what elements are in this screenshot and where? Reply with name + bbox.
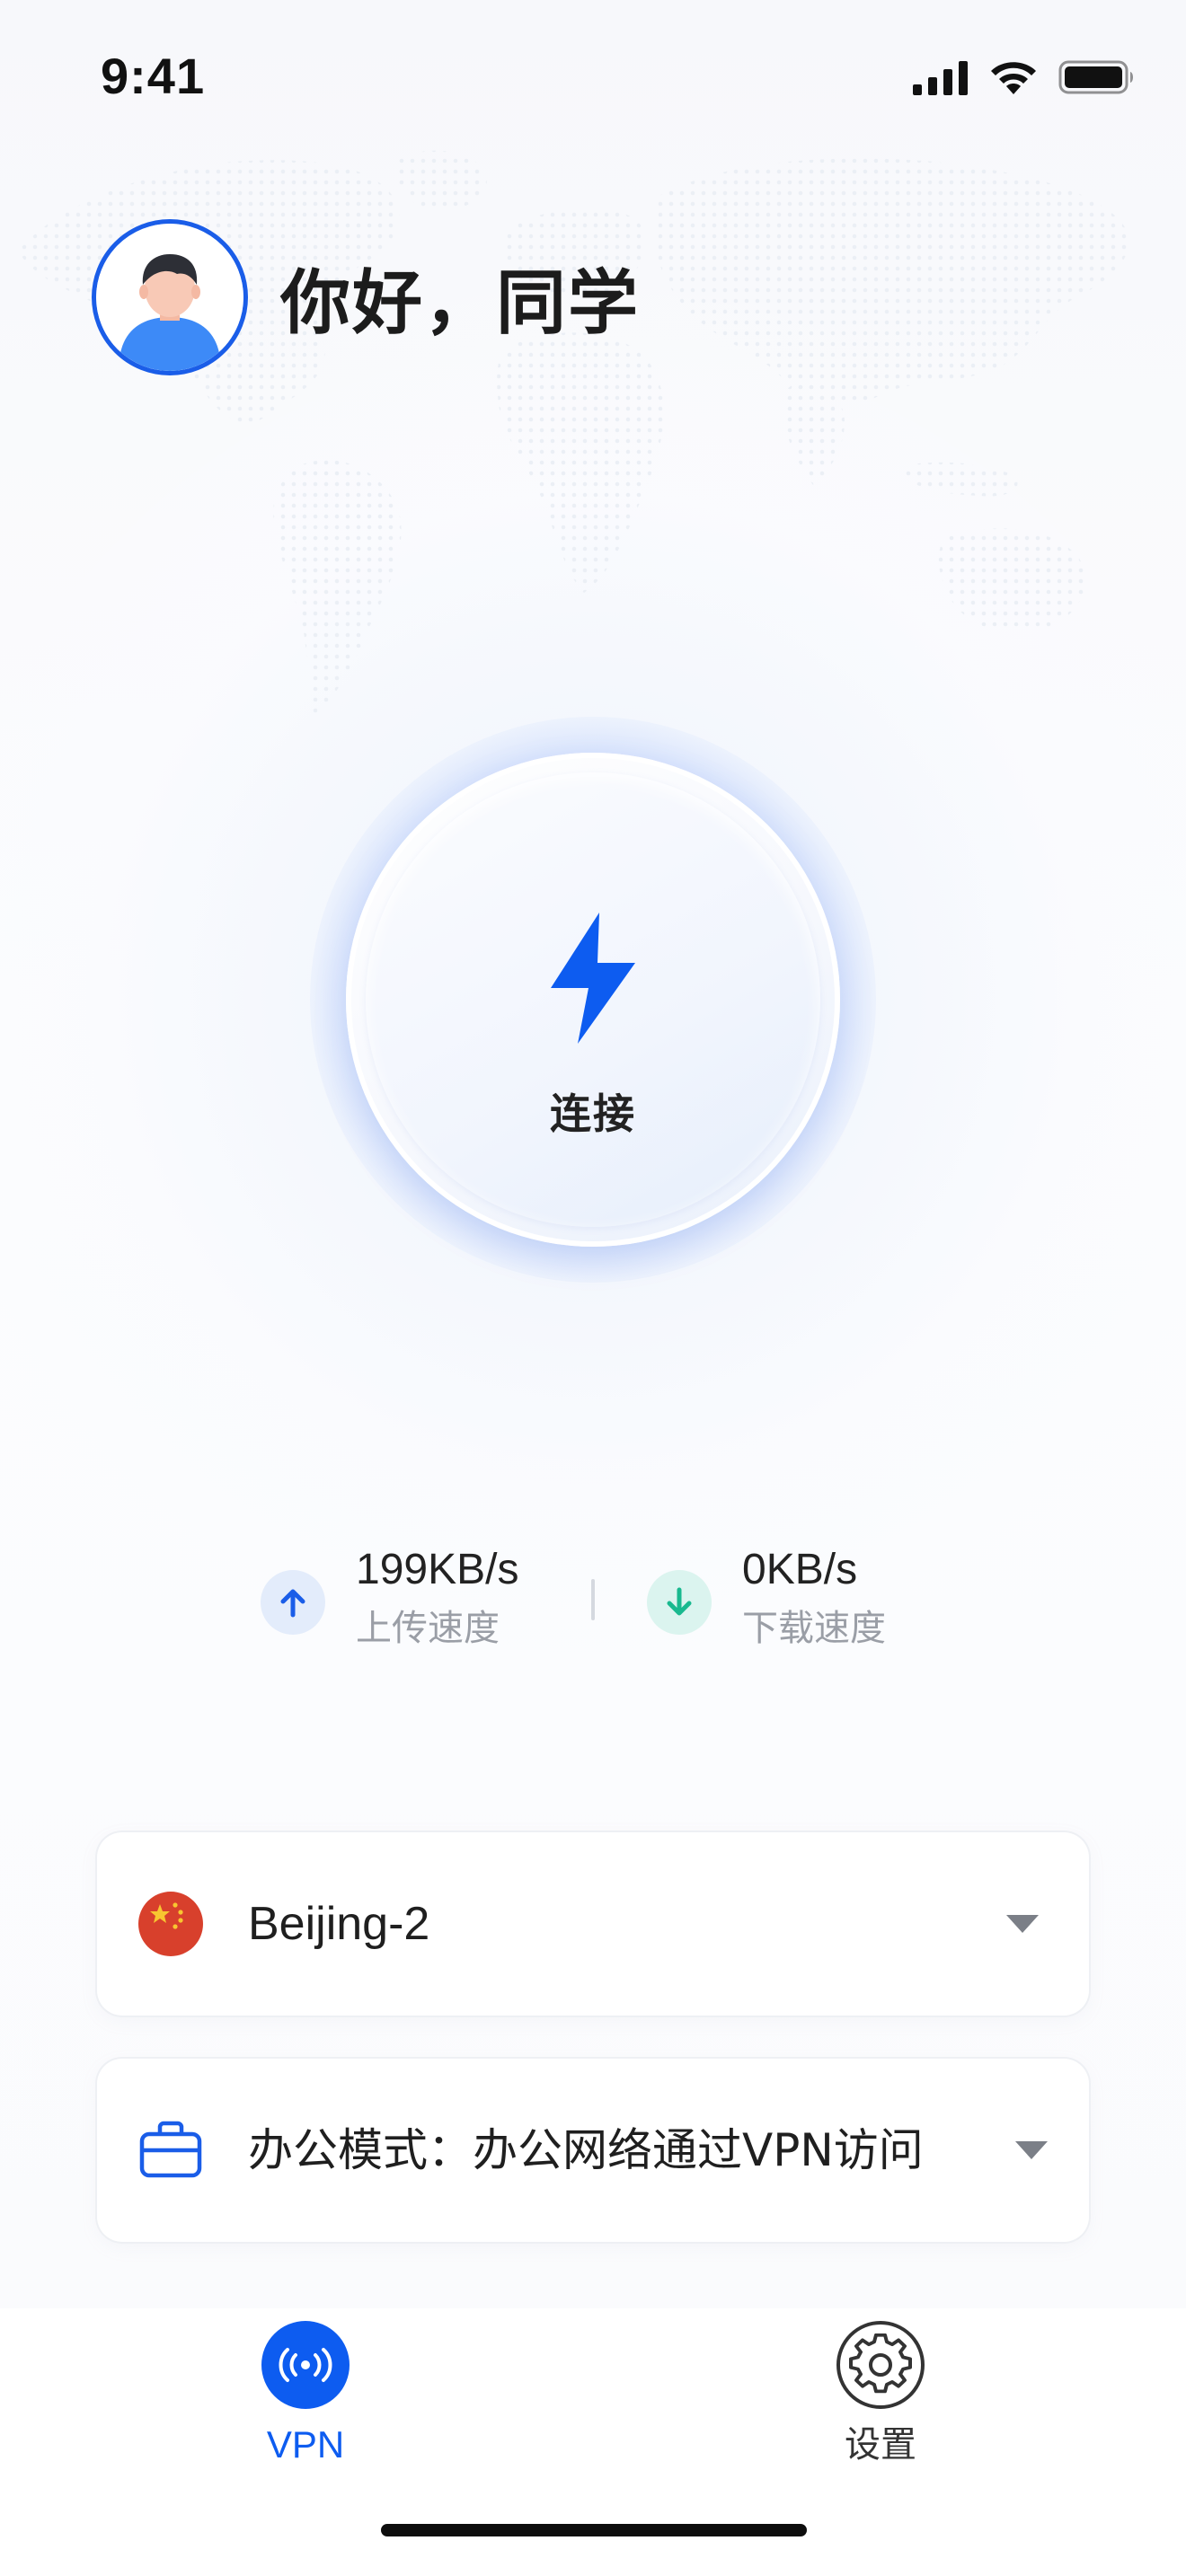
avatar[interactable] [92, 219, 248, 375]
speed-stats: 199KB/s 上传速度 0KB/s 下载速度 [261, 1543, 943, 1669]
download-speed-text: 0KB/s 下载速度 [742, 1543, 886, 1651]
upload-speed-text: 199KB/s 上传速度 [356, 1543, 518, 1651]
upload-speed-label: 上传速度 [356, 1608, 500, 1649]
status-time: 9:41 [101, 48, 206, 104]
speed-divider [591, 1579, 595, 1620]
status-icons [913, 54, 1136, 101]
mode-select[interactable]: 办公模式：办公网络通过VPN访问 [97, 2059, 1089, 2242]
download-speed-value: 0KB/s [742, 1546, 858, 1593]
connect-area: 连接 [310, 717, 876, 1283]
chevron-down-icon [1015, 2141, 1048, 2159]
greeting-title: 你好，同学 [280, 263, 641, 344]
connect-label: 连接 [550, 1090, 636, 1138]
tab-settings[interactable]: 设置 [791, 2308, 970, 2470]
server-select[interactable]: Beijing-2 [97, 1832, 1089, 2016]
wireless-signal-icon [261, 2321, 350, 2409]
download-speed-label: 下载速度 [742, 1608, 886, 1649]
wifi-icon [991, 62, 1036, 94]
battery-icon [1058, 60, 1133, 94]
connect-button[interactable]: 连接 [346, 753, 840, 1247]
tab-vpn[interactable]: VPN [216, 2308, 395, 2470]
gear-icon [836, 2321, 925, 2409]
china-flag-icon [138, 1892, 203, 1956]
world-map-background [18, 150, 1129, 719]
tab-vpn-label: VPN [266, 2423, 345, 2466]
upload-speed-value: 199KB/s [356, 1546, 519, 1593]
status-bar: 9:41 [0, 0, 1186, 153]
tab-settings-label: 设置 [845, 2424, 916, 2466]
download-arrow-icon [647, 1570, 712, 1635]
lightning-bolt-icon [551, 913, 635, 1044]
mode-name: 办公模式：办公网络通过VPN访问 [248, 2124, 924, 2176]
upload-speed: 199KB/s 上传速度 [261, 1543, 518, 1651]
chevron-down-icon [1006, 1915, 1039, 1933]
greeting-header: 你好，同学 [92, 219, 640, 375]
cellular-signal-icon [913, 61, 968, 95]
app-screen: 9:41 你好，同学 连接 199KB/s 上传速度 0KB/s 下载速度 Be… [0, 0, 1186, 2576]
download-speed: 0KB/s 下载速度 [647, 1543, 886, 1651]
briefcase-icon [139, 2121, 202, 2178]
upload-arrow-icon [261, 1570, 325, 1635]
server-name: Beijing-2 [248, 1898, 430, 1950]
home-indicator[interactable] [381, 2524, 807, 2536]
user-avatar-icon [96, 224, 243, 371]
